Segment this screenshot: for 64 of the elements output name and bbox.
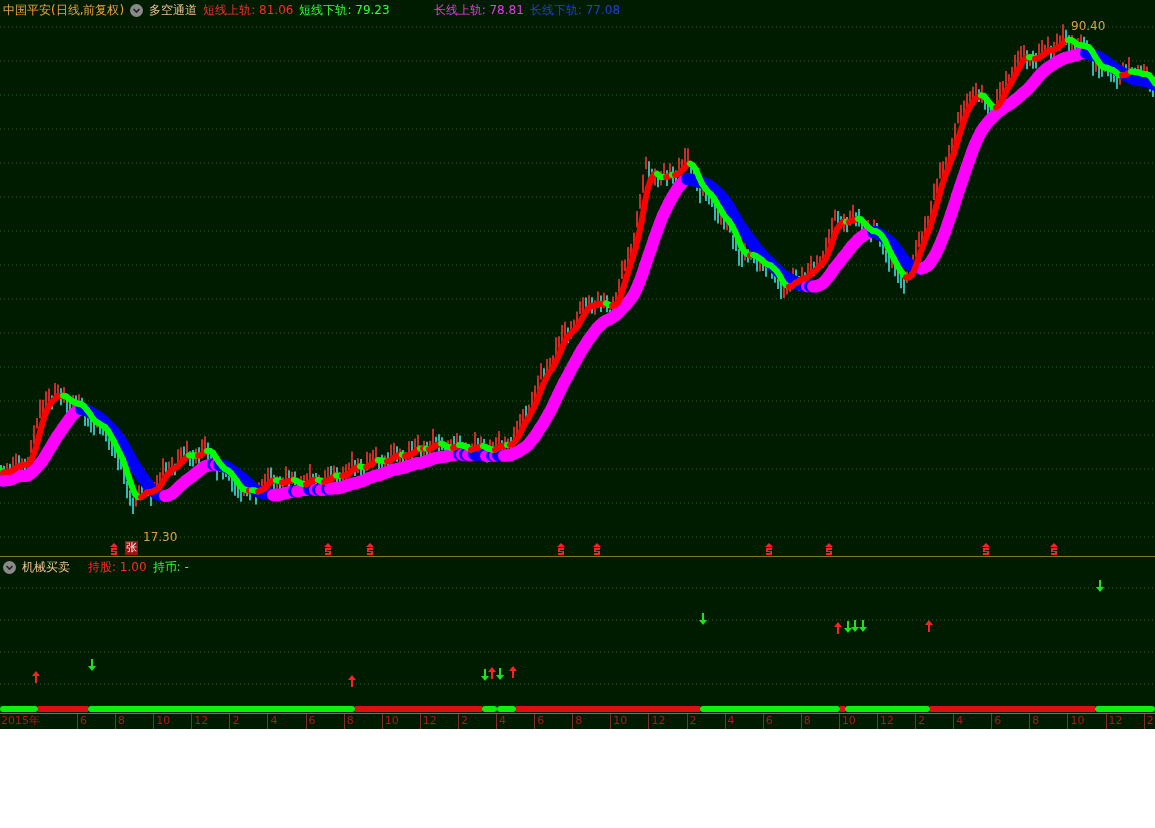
signal-icon — [593, 543, 601, 555]
signal-icon — [765, 543, 773, 555]
high-price-label: 90.40 — [1071, 19, 1106, 33]
axis-label: 4 — [496, 714, 535, 729]
up-arrow-icon — [348, 675, 356, 687]
signal-icon — [366, 543, 374, 555]
axis-label: 6 — [77, 714, 116, 729]
down-arrow-icon — [699, 613, 707, 625]
indicator-value: 长线上轨: 78.81 — [433, 1, 524, 19]
axis-label: 4 — [267, 714, 306, 729]
up-arrow-icon — [509, 666, 517, 678]
signal-icon — [982, 543, 990, 555]
chevron-icon[interactable] — [130, 3, 144, 17]
signal-icon — [324, 543, 332, 555]
up-arrow-icon — [925, 620, 933, 632]
axis-label: 8 — [1029, 714, 1068, 729]
axis-label: 4 — [953, 714, 992, 729]
axis-label: 12 — [419, 714, 458, 729]
axis-label: 8 — [343, 714, 382, 729]
up-arrow-icon — [32, 671, 40, 683]
axis-label: 2015年 — [0, 714, 41, 729]
indicator-value: 短线下轨: 79.23 — [299, 1, 390, 19]
axis-label: 12 — [876, 714, 916, 729]
axis-label: 10 — [610, 714, 649, 729]
indicator-value: 持股: 1.00 — [88, 558, 147, 576]
axis-label: 10 — [838, 714, 877, 729]
low-price-label: 17.30 — [143, 530, 178, 544]
indicator-value: 短线上轨: 81.06 — [203, 1, 294, 19]
axis-label: 12 — [648, 714, 687, 729]
chart-title: 中国平安(日线,前复权) — [3, 1, 125, 19]
axis-label: 6 — [991, 714, 1030, 729]
indicator-value: 长线下轨: 77.08 — [529, 1, 621, 19]
axis-label: 12 — [191, 714, 230, 729]
signal-icon — [825, 543, 833, 555]
axis-label: 2 — [915, 714, 954, 729]
axis-label: 10 — [381, 714, 420, 729]
up-arrow-icon — [834, 622, 842, 634]
down-arrow-icon — [88, 659, 96, 671]
axis-label: 10 — [1067, 714, 1106, 729]
indicator-name: 多空通道 — [149, 1, 198, 19]
axis-label: 8 — [572, 714, 611, 729]
down-arrow-icon — [1096, 580, 1104, 592]
signal-icon — [1050, 543, 1058, 555]
signal-badge: 张 — [125, 541, 138, 555]
axis-label: 2 — [1143, 714, 1155, 729]
axis-label: 2 — [457, 714, 497, 729]
indicator-name: 机械买卖 — [22, 558, 70, 576]
up-arrow-icon — [488, 667, 496, 679]
down-arrow-icon — [481, 669, 489, 681]
chevron-icon[interactable] — [3, 560, 16, 574]
signal-icon — [110, 543, 118, 555]
axis-label: 2 — [686, 714, 725, 729]
axis-label: 6 — [762, 714, 801, 729]
axis-label: 8 — [800, 714, 839, 729]
axis-label: 8 — [115, 714, 154, 729]
axis-label: 2 — [229, 714, 268, 729]
axis-label: 6 — [534, 714, 573, 729]
axis-label: 12 — [1105, 714, 1144, 729]
signal-icon — [557, 543, 565, 555]
down-arrow-icon — [496, 668, 504, 680]
axis-label: 10 — [153, 714, 192, 729]
axis-label: 4 — [724, 714, 763, 729]
indicator-value: 持币: - — [152, 558, 189, 576]
axis-label: 6 — [305, 714, 344, 729]
